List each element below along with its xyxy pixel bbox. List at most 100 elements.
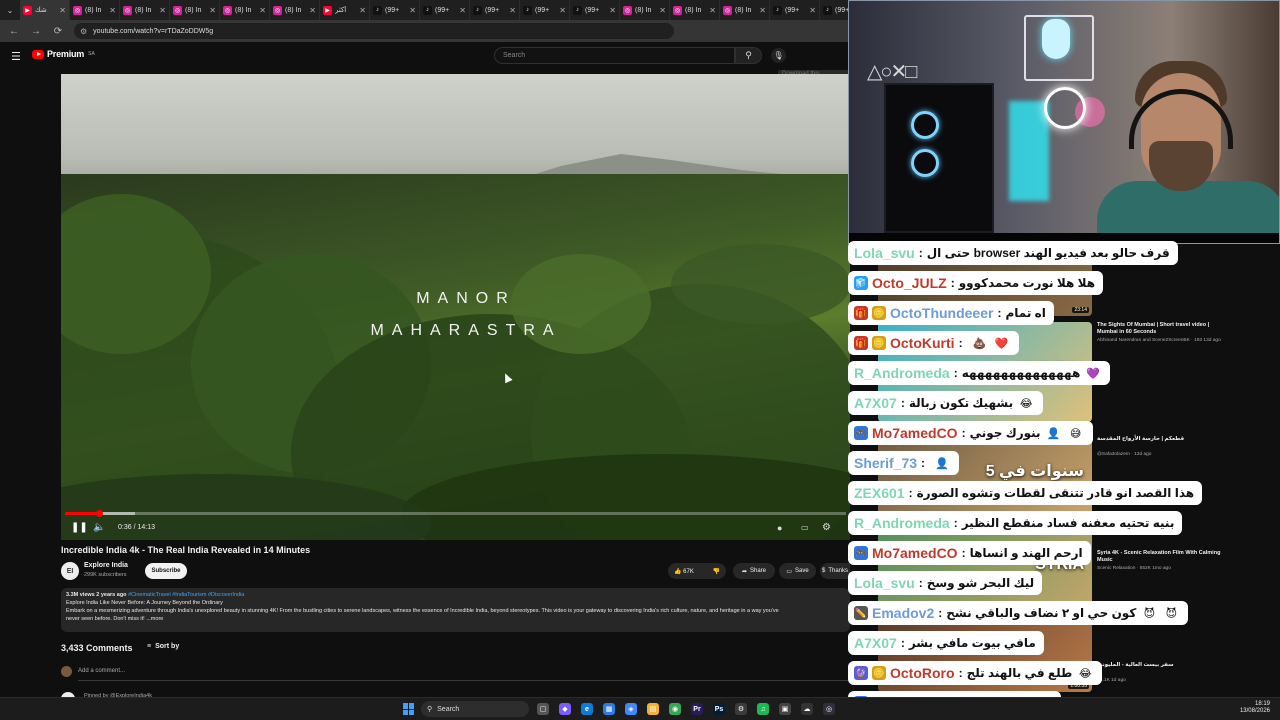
recommendation-title[interactable]: قطعكم | حارسة الأرواح المقدسة (1097, 436, 1222, 443)
close-tab-icon[interactable]: ✕ (359, 6, 366, 15)
site-info-icon[interactable]: ⚙ (80, 27, 87, 36)
chrome-icon[interactable]: ◉ (669, 703, 681, 715)
browser-tab[interactable]: ♪(99+ ✕ (570, 0, 620, 20)
chat-username[interactable]: Emadov2 (872, 605, 934, 621)
browser-tab[interactable]: ◎ (8) In ✕ (670, 0, 720, 20)
files-icon[interactable]: ▤ (647, 703, 659, 715)
recommendation-title[interactable]: سفر بيست العالية - المليونير (1097, 662, 1222, 669)
chat-username[interactable]: OctoRoro (890, 665, 955, 681)
thumbs-down-icon[interactable]: 👎 (713, 568, 720, 575)
search-input[interactable]: Search (494, 47, 735, 64)
chat-username[interactable]: OctoThundeeer (890, 305, 993, 321)
sort-comments-button[interactable]: ≡ Sort by (147, 643, 179, 650)
recommendation-title[interactable]: The Sights Of Mumbai | Short travel vide… (1097, 322, 1222, 336)
video-scrubber-handle[interactable] (95, 510, 103, 517)
close-tab-icon[interactable]: ✕ (459, 6, 466, 15)
browser-tab[interactable]: ◎ (8) In ✕ (120, 0, 170, 20)
browser-tab[interactable]: ◎ (8) In ✕ (720, 0, 770, 20)
settings-icon[interactable]: ⚙ (735, 703, 747, 715)
browser-tab[interactable]: ◎ (8) In ✕ (220, 0, 270, 20)
close-tab-icon[interactable]: ✕ (659, 6, 666, 15)
recommendation-title[interactable]: Syria 4K - Scenic Relaxation Film With C… (1097, 550, 1222, 564)
youtube-logo[interactable]: Premium SA (32, 49, 95, 59)
browser-tab[interactable]: ♪(99+ ✕ (370, 0, 420, 20)
close-tab-icon[interactable]: ✕ (709, 6, 716, 15)
thanks-button[interactable]: $ Thanks (820, 563, 850, 579)
spotify-icon[interactable]: ♫ (757, 703, 769, 715)
browser-tab[interactable]: ♪(99+ ✕ (420, 0, 470, 20)
browser-tab[interactable]: ♪(99+ ✕ (470, 0, 520, 20)
add-comment-input[interactable]: Add a comment... (78, 668, 125, 674)
autoplay-toggle-icon[interactable]: ● (777, 523, 782, 533)
close-tab-icon[interactable]: ✕ (809, 6, 816, 15)
back-icon[interactable]: ← (8, 26, 20, 37)
chat-username[interactable]: A7X07 (854, 635, 897, 651)
close-tab-icon[interactable]: ✕ (759, 6, 766, 15)
chat-username[interactable]: A7X07 (854, 395, 897, 411)
close-tab-icon[interactable]: ✕ (59, 6, 66, 15)
chat-username[interactable]: R_Andromeda (854, 515, 950, 531)
browser-tab[interactable]: ◎ (8) In ✕ (270, 0, 320, 20)
search-button[interactable]: ⚲ (735, 47, 762, 64)
video-description[interactable]: 3.3M views 2 years ago #CinematicTravel … (61, 588, 850, 632)
premiere-icon[interactable]: Pr (691, 703, 703, 715)
video-progress-bar[interactable] (65, 510, 846, 517)
obs-icon[interactable]: ◎ (823, 703, 835, 715)
chat-username[interactable]: Lola_svu (854, 575, 915, 591)
chat-text: ارحم الهند و انساها (969, 546, 1083, 560)
share-button[interactable]: ➦ Share (733, 563, 775, 579)
channel-name[interactable]: Explore India (84, 562, 128, 569)
close-tab-icon[interactable]: ✕ (409, 6, 416, 15)
video-player[interactable]: MANOR MAHARASTRA ❚❚ 🔈 0:36 / 14:13 ● ▭ ⚙ (61, 74, 850, 540)
close-tab-icon[interactable]: ✕ (559, 6, 566, 15)
browser-tab[interactable]: ◎ (8) In ✕ (70, 0, 120, 20)
close-tab-icon[interactable]: ✕ (209, 6, 216, 15)
save-button[interactable]: ▭ Save (779, 563, 816, 579)
browser-tab[interactable]: ◎ (8) In ✕ (620, 0, 670, 20)
subscribe-button[interactable]: Subscribe (145, 563, 187, 579)
chat-username[interactable]: Lola_svu (854, 245, 915, 261)
chat-username[interactable]: Octo_JULZ (872, 275, 947, 291)
browser-tab[interactable]: ◎ (8) In ✕ (170, 0, 220, 20)
browser-tab[interactable]: ♪(99+ ✕ (520, 0, 570, 20)
windows-start-icon[interactable] (403, 703, 415, 715)
close-tab-icon[interactable]: ✕ (109, 6, 116, 15)
settings-gear-icon[interactable]: ⚙ (822, 522, 831, 533)
like-button[interactable]: 👍 67K (674, 568, 694, 575)
chat-username[interactable]: R_Andromeda (854, 365, 950, 381)
hamburger-menu-icon[interactable]: ☰ (11, 50, 21, 63)
close-tab-icon[interactable]: ✕ (259, 6, 266, 15)
browser-tab[interactable]: ▶ شك ✕ (20, 0, 70, 20)
chat-username[interactable]: OctoKurti (890, 335, 955, 351)
close-tab-icon[interactable]: ✕ (509, 6, 516, 15)
channel-avatar[interactable]: EI (61, 562, 79, 580)
chat-username[interactable]: Sherif_73 (854, 455, 917, 471)
tab-search-icon[interactable]: ⌄ (0, 6, 20, 15)
hashtags[interactable]: #CinematicTravel #IndiaTourism #Discover… (128, 592, 244, 598)
browser-tab[interactable]: ♪(99+ ✕ (770, 0, 820, 20)
taskbar-search[interactable]: ⚲ Search (421, 701, 529, 717)
app-icon[interactable]: ◈ (625, 703, 637, 715)
pause-icon[interactable]: ❚❚ (71, 522, 88, 533)
copilot-icon[interactable]: ◆ (559, 703, 571, 715)
notes-icon[interactable]: ▣ (779, 703, 791, 715)
chat-username[interactable]: Mo7amedCO (872, 545, 958, 561)
store-icon[interactable]: ▦ (603, 703, 615, 715)
address-bar[interactable]: ⚙ youtube.com/watch?v=rTDaZoDDW5g (74, 23, 674, 39)
edge-icon[interactable]: e (581, 703, 593, 715)
chat-username[interactable]: ZEX601 (854, 485, 905, 501)
subtitles-icon[interactable]: ▭ (801, 523, 809, 532)
close-tab-icon[interactable]: ✕ (309, 6, 316, 15)
forward-icon[interactable]: → (30, 26, 42, 37)
browser-tab[interactable]: ▶ أكثر ✕ (320, 0, 370, 20)
volume-icon[interactable]: 🔈 (93, 522, 105, 533)
voice-search-icon[interactable]: 🎙 (771, 48, 786, 63)
photoshop-icon[interactable]: Ps (713, 703, 725, 715)
cloud-icon[interactable]: ☁ (801, 703, 813, 715)
task-view-icon[interactable]: ▢ (537, 703, 549, 715)
close-tab-icon[interactable]: ✕ (609, 6, 616, 15)
taskbar-clock[interactable]: 18:19 13/08/2026 (1228, 701, 1270, 715)
chat-username[interactable]: Mo7amedCO (872, 425, 958, 441)
close-tab-icon[interactable]: ✕ (159, 6, 166, 15)
reload-icon[interactable]: ⟳ (52, 26, 64, 37)
